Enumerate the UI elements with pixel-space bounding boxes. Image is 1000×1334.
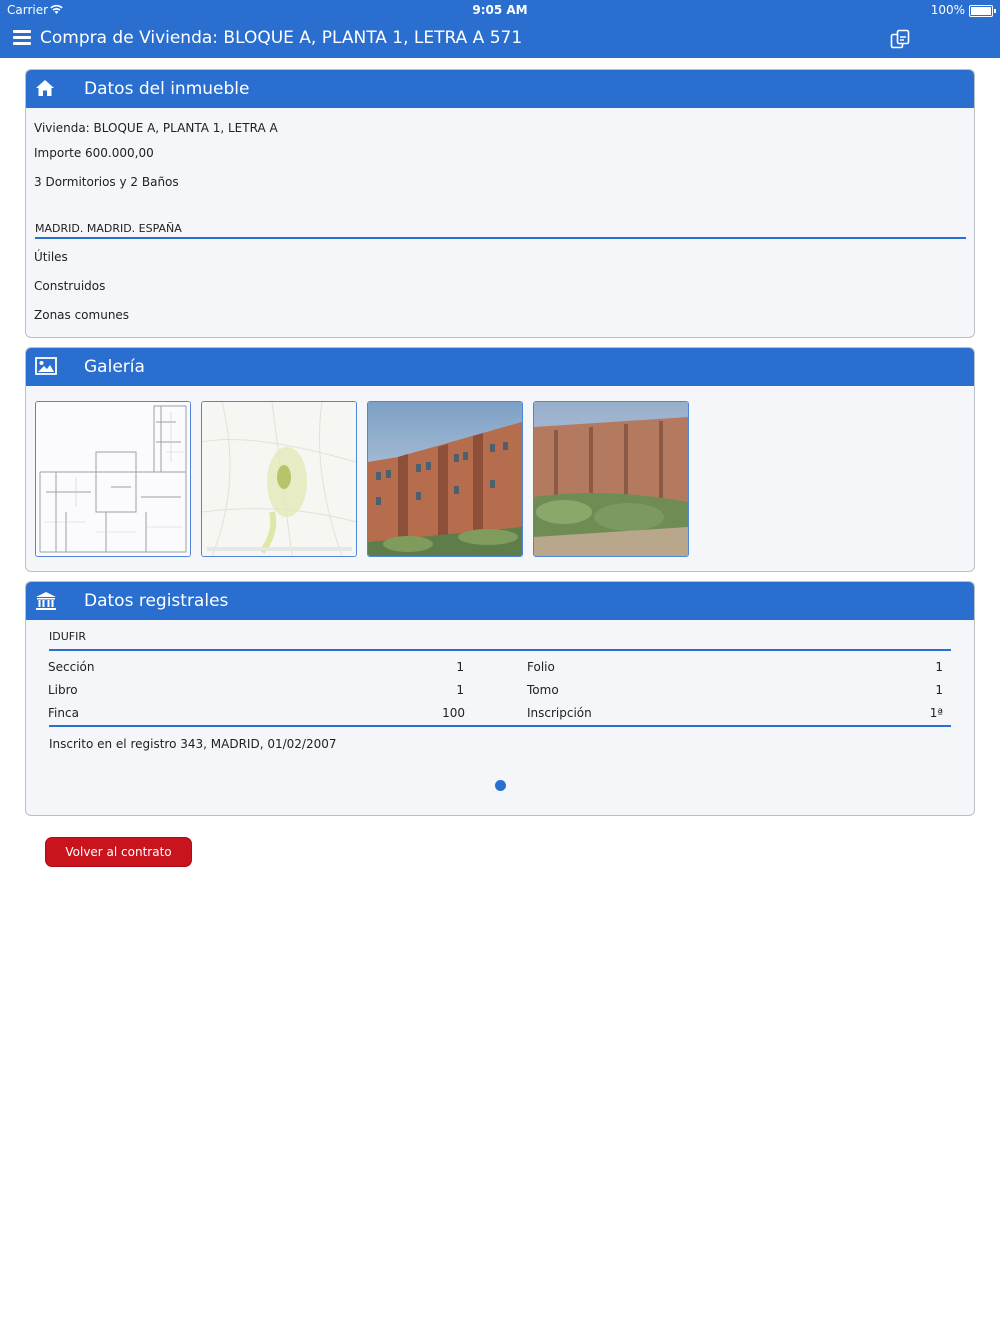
divider [49,725,951,727]
idufir-label: IDUFIR [49,630,86,643]
folio-value: 1 [935,660,943,674]
hamburger-icon[interactable] [13,30,31,46]
gallery-header: Galería [26,348,974,386]
page-title: Compra de Vivienda: BLOQUE A, PLANTA 1, … [40,28,523,48]
status-bar: Carrier 9:05 AM 100% [0,0,1000,20]
inscripcion-label: Inscripción [527,706,592,720]
registry-data-header: Datos registrales [26,582,974,620]
seccion-value: 1 [456,660,464,674]
tomo-label: Tomo [527,683,559,697]
clock: 9:05 AM [472,3,528,17]
building-photo[interactable] [367,401,523,557]
gallery-card: Galería [25,347,975,572]
dormitorios-text: 3 Dormitorios y 2 Baños [34,175,179,189]
tomo-value: 1 [935,683,943,697]
seccion-label: Sección [48,660,95,674]
gallery-title: Galería [84,357,145,377]
floor-plan-image[interactable] [35,401,191,557]
utiles-text: Útiles [34,250,68,264]
registry-data-title: Datos registrales [84,591,229,611]
battery-percentage: 100% [930,3,965,17]
importe-text: Importe 600.000,00 [34,146,154,160]
inscripcion-value: 1ª [929,706,943,720]
property-data-title: Datos del inmueble [84,79,250,99]
inscrito-text: Inscrito en el registro 343, MADRID, 01/… [49,737,337,751]
zonas-comunes-text: Zonas comunes [34,308,130,322]
registry-data-card: Datos registrales IDUFIR Sección 1 Folio… [25,581,975,816]
divider [49,649,951,651]
vivienda-text: Vivienda: BLOQUE A, PLANTA 1, LETRA A [34,121,278,135]
property-data-card: Datos del inmueble Vivienda: BLOQUE A, P… [25,69,975,338]
folio-label: Folio [527,660,555,674]
copy-icon[interactable] [889,28,911,50]
finca-value: 100 [442,706,465,720]
finca-label: Finca [48,706,79,720]
building-garden-photo[interactable] [533,401,689,557]
property-data-header: Datos del inmueble [26,70,974,108]
location-text: MADRID. MADRID. ESPAÑA [35,222,182,235]
construidos-text: Construidos [34,279,106,293]
location-map-image[interactable] [201,401,357,557]
back-to-contract-button[interactable]: Volver al contrato [45,837,192,867]
libro-label: Libro [48,683,78,697]
home-icon [35,79,57,99]
navigation-bar: Compra de Vivienda: BLOQUE A, PLANTA 1, … [0,20,1000,58]
image-icon [35,357,57,377]
page-indicator-dot[interactable] [495,780,506,791]
libro-value: 1 [456,683,464,697]
battery-icon [969,5,996,17]
bank-icon [35,591,57,611]
divider [35,237,966,239]
